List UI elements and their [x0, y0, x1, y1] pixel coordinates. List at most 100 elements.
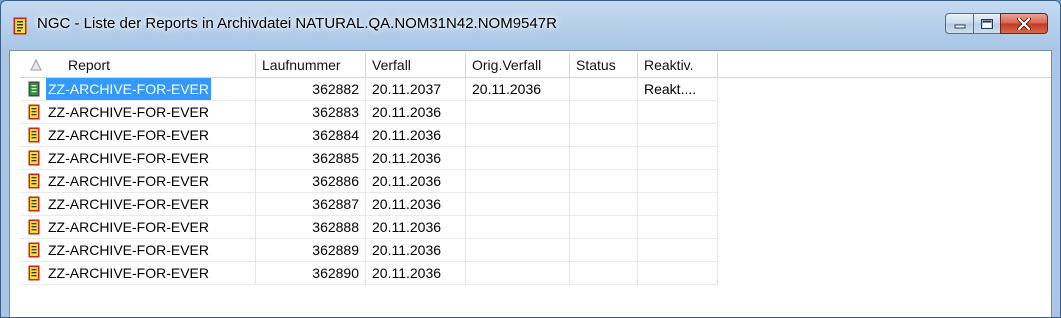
reaktiv-cell	[638, 147, 718, 170]
window-controls	[945, 13, 1048, 35]
report-cell[interactable]: ZZ-ARCHIVE-FOR-EVER	[20, 124, 256, 147]
table-row[interactable]: ZZ-ARCHIVE-FOR-EVER 362886 20.11.2036	[20, 170, 1051, 193]
column-header-label: Status	[576, 57, 616, 73]
orig-verfall-cell	[466, 193, 570, 216]
maximize-icon	[981, 18, 993, 29]
orig-verfall-cell	[466, 262, 570, 285]
orig-verfall-cell	[466, 124, 570, 147]
column-header-laufnummer[interactable]: Laufnummer	[256, 53, 366, 77]
reaktiv-cell	[638, 216, 718, 239]
verfall-cell: 20.11.2036	[366, 147, 466, 170]
reaktiv-cell	[638, 101, 718, 124]
orig-verfall-cell	[466, 170, 570, 193]
report-name: ZZ-ARCHIVE-FOR-EVER	[45, 78, 212, 100]
report-cell[interactable]: ZZ-ARCHIVE-FOR-EVER	[20, 193, 256, 216]
verfall-cell: 20.11.2036	[366, 193, 466, 216]
column-header-label: Report	[68, 57, 111, 73]
column-header-label: Laufnummer	[262, 57, 341, 73]
window-title: NGC - Liste der Reports in Archivdatei N…	[37, 15, 557, 32]
table-row[interactable]: ZZ-ARCHIVE-FOR-EVER 362890 20.11.2036	[20, 262, 1051, 285]
column-header-report[interactable]: Report	[20, 53, 256, 77]
report-cell[interactable]: ZZ-ARCHIVE-FOR-EVER	[20, 170, 256, 193]
close-button[interactable]	[1000, 13, 1048, 34]
laufnummer-cell: 362889	[256, 239, 366, 262]
reaktiv-cell	[638, 262, 718, 285]
status-cell	[570, 216, 638, 239]
column-header-reaktiv[interactable]: Reaktiv.	[638, 53, 718, 77]
report-list-view[interactable]: Report Laufnummer Verfall Orig.Verfall S…	[9, 50, 1052, 317]
laufnummer-cell: 362888	[256, 216, 366, 239]
orig-verfall-cell: 20.11.2036	[466, 78, 570, 101]
report-cell[interactable]: ZZ-ARCHIVE-FOR-EVER	[20, 216, 256, 239]
maximize-button[interactable]	[973, 13, 1001, 34]
verfall-cell: 20.11.2036	[366, 216, 466, 239]
report-name: ZZ-ARCHIVE-FOR-EVER	[48, 242, 209, 258]
table-row[interactable]: ZZ-ARCHIVE-FOR-EVER 362885 20.11.2036	[20, 147, 1051, 170]
table-row[interactable]: ZZ-ARCHIVE-FOR-EVER 362889 20.11.2036	[20, 239, 1051, 262]
verfall-cell: 20.11.2036	[366, 170, 466, 193]
table-row[interactable]: ZZ-ARCHIVE-FOR-EVER 362883 20.11.2036	[20, 101, 1051, 124]
table-row[interactable]: ZZ-ARCHIVE-FOR-EVER 362888 20.11.2036	[20, 216, 1051, 239]
verfall-cell: 20.11.2036	[366, 101, 466, 124]
reaktiv-cell	[638, 124, 718, 147]
column-header-orig-verfall[interactable]: Orig.Verfall	[466, 53, 570, 77]
title-bar[interactable]: NGC - Liste der Reports in Archivdatei N…	[1, 1, 1060, 49]
report-cell[interactable]: ZZ-ARCHIVE-FOR-EVER	[20, 78, 256, 101]
orig-verfall-cell	[466, 147, 570, 170]
close-icon	[1017, 17, 1031, 30]
laufnummer-cell: 362886	[256, 170, 366, 193]
report-cell[interactable]: ZZ-ARCHIVE-FOR-EVER	[20, 101, 256, 124]
status-cell	[570, 239, 638, 262]
column-header-label: Reaktiv.	[644, 57, 694, 73]
report-cell[interactable]: ZZ-ARCHIVE-FOR-EVER	[20, 147, 256, 170]
status-cell	[570, 170, 638, 193]
verfall-cell: 20.11.2036	[366, 124, 466, 147]
yellow-report-icon	[28, 104, 40, 120]
yellow-report-icon	[28, 242, 40, 258]
green-report-icon	[28, 81, 40, 97]
column-header-status[interactable]: Status	[570, 53, 638, 77]
laufnummer-cell: 362883	[256, 101, 366, 124]
report-name: ZZ-ARCHIVE-FOR-EVER	[48, 104, 209, 120]
orig-verfall-cell	[466, 239, 570, 262]
minimize-button[interactable]	[945, 13, 974, 34]
verfall-cell: 20.11.2036	[366, 239, 466, 262]
verfall-cell: 20.11.2036	[366, 262, 466, 285]
report-cell[interactable]: ZZ-ARCHIVE-FOR-EVER	[20, 239, 256, 262]
yellow-report-icon	[28, 173, 40, 189]
reaktiv-cell: Reakt....	[638, 78, 718, 101]
laufnummer-cell: 362887	[256, 193, 366, 216]
yellow-report-icon	[28, 150, 40, 166]
laufnummer-cell: 362885	[256, 147, 366, 170]
table-row[interactable]: ZZ-ARCHIVE-FOR-EVER 362887 20.11.2036	[20, 193, 1051, 216]
report-cell[interactable]: ZZ-ARCHIVE-FOR-EVER	[20, 262, 256, 285]
report-document-icon	[13, 17, 27, 35]
status-cell	[570, 147, 638, 170]
status-cell	[570, 262, 638, 285]
column-header-verfall[interactable]: Verfall	[366, 53, 466, 77]
column-header-label: Verfall	[372, 57, 411, 73]
status-cell	[570, 124, 638, 147]
sort-triangle-icon	[30, 59, 42, 71]
yellow-report-icon	[28, 127, 40, 143]
laufnummer-cell: 362884	[256, 124, 366, 147]
column-header: Report Laufnummer Verfall Orig.Verfall S…	[20, 53, 1051, 78]
minimize-icon	[954, 24, 965, 28]
table-row[interactable]: ZZ-ARCHIVE-FOR-EVER 362884 20.11.2036	[20, 124, 1051, 147]
status-cell	[570, 101, 638, 124]
orig-verfall-cell	[466, 101, 570, 124]
verfall-cell: 20.11.2037	[366, 78, 466, 101]
table-row[interactable]: ZZ-ARCHIVE-FOR-EVER 362882 20.11.2037 20.11…	[20, 78, 1051, 101]
orig-verfall-cell	[466, 216, 570, 239]
reaktiv-cell	[638, 193, 718, 216]
report-name: ZZ-ARCHIVE-FOR-EVER	[48, 173, 209, 189]
report-name: ZZ-ARCHIVE-FOR-EVER	[48, 127, 209, 143]
yellow-report-icon	[28, 196, 40, 212]
report-name: ZZ-ARCHIVE-FOR-EVER	[48, 150, 209, 166]
yellow-report-icon	[28, 265, 40, 281]
report-list-window: NGC - Liste der Reports in Archivdatei N…	[0, 0, 1061, 318]
report-name: ZZ-ARCHIVE-FOR-EVER	[48, 196, 209, 212]
column-header-label: Orig.Verfall	[472, 57, 542, 73]
reaktiv-cell	[638, 170, 718, 193]
report-name: ZZ-ARCHIVE-FOR-EVER	[48, 219, 209, 235]
